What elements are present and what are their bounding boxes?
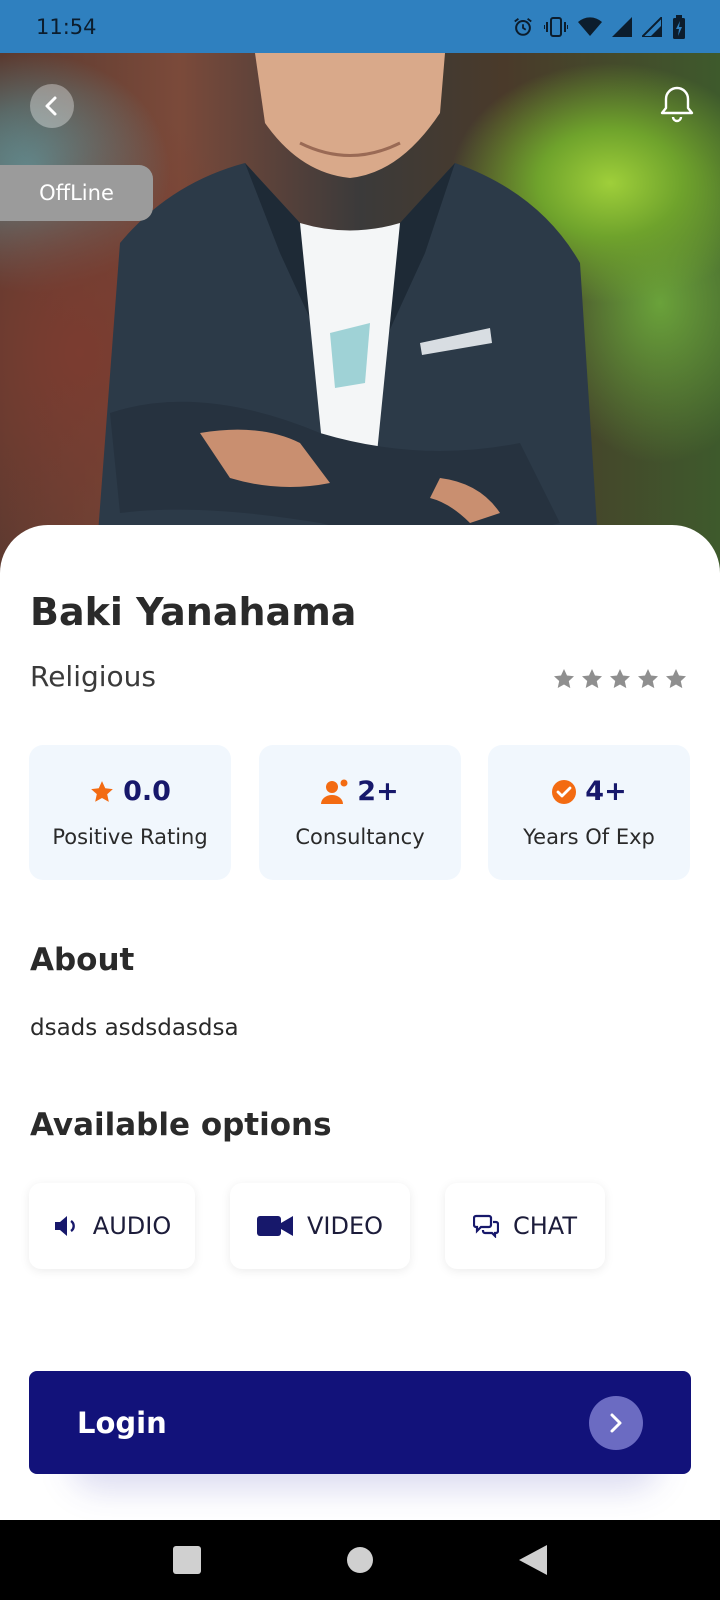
wifi-icon: [578, 16, 602, 36]
video-option-button[interactable]: VIDEO: [230, 1183, 410, 1269]
profile-category: Religious: [30, 660, 156, 693]
video-camera-icon: [256, 1216, 293, 1236]
option-label: AUDIO: [92, 1212, 172, 1240]
speaker-icon: [54, 1216, 75, 1236]
star-icon: [91, 780, 113, 802]
status-badge: OffLine: [0, 165, 153, 221]
status-icons: [512, 14, 686, 39]
back-nav-button[interactable]: [503, 1530, 563, 1590]
option-label: VIDEO: [306, 1212, 384, 1240]
audio-option-button[interactable]: AUDIO: [29, 1183, 195, 1269]
about-title: About: [30, 942, 135, 978]
signal-icon: [612, 16, 632, 37]
stat-card-consultancy: 2+ Consultancy: [259, 745, 461, 880]
star-icon: [610, 669, 630, 689]
chat-option-button[interactable]: CHAT: [445, 1183, 605, 1269]
login-arrow: [589, 1395, 643, 1450]
signal-icon: [642, 16, 662, 37]
circle-icon: [346, 1547, 373, 1573]
star-icon: [638, 669, 658, 689]
chat-icon: [472, 1214, 499, 1238]
profile-name: Baki Yanahama: [30, 590, 357, 634]
status-bar: 11:54: [0, 0, 720, 53]
check-circle-icon: [552, 779, 577, 804]
alarm-icon: [514, 17, 532, 36]
triangle-back-icon: [519, 1545, 548, 1575]
stat-label: Consultancy: [295, 825, 425, 849]
person-photo-image: [95, 53, 600, 573]
stat-value: 0.0: [123, 776, 171, 807]
star-icon: [582, 669, 602, 689]
vibrate-icon: [544, 16, 568, 37]
battery-icon: [673, 14, 685, 39]
notification-button[interactable]: [655, 82, 699, 126]
status-time: 11:54: [36, 14, 97, 39]
square-icon: [172, 1546, 201, 1574]
stat-value: 2+: [357, 776, 399, 807]
login-label: Login: [77, 1405, 167, 1440]
rating-stars: [552, 667, 688, 691]
stat-card-rating: 0.0 Positive Rating: [29, 745, 231, 880]
recents-button[interactable]: [157, 1530, 217, 1590]
home-button[interactable]: [330, 1530, 390, 1590]
chevron-left-icon: [45, 96, 57, 116]
system-nav-bar: [0, 1520, 720, 1600]
star-icon: [666, 669, 686, 689]
star-icon: [554, 669, 574, 689]
back-button[interactable]: [30, 84, 74, 128]
stat-value: 4+: [585, 776, 627, 807]
stat-card-experience: 4+ Years Of Exp: [488, 745, 690, 880]
users-icon: [321, 779, 348, 804]
profile-photo: [0, 53, 720, 573]
options-title: Available options: [30, 1107, 332, 1143]
stat-label: Years Of Exp: [523, 825, 655, 849]
about-text: dsads asdsdasdsa: [30, 1015, 239, 1041]
option-label: CHAT: [512, 1212, 578, 1240]
stat-label: Positive Rating: [52, 825, 208, 849]
chevron-right-icon: [610, 1413, 622, 1432]
login-button[interactable]: Login: [29, 1371, 691, 1474]
bell-icon: [660, 86, 694, 123]
